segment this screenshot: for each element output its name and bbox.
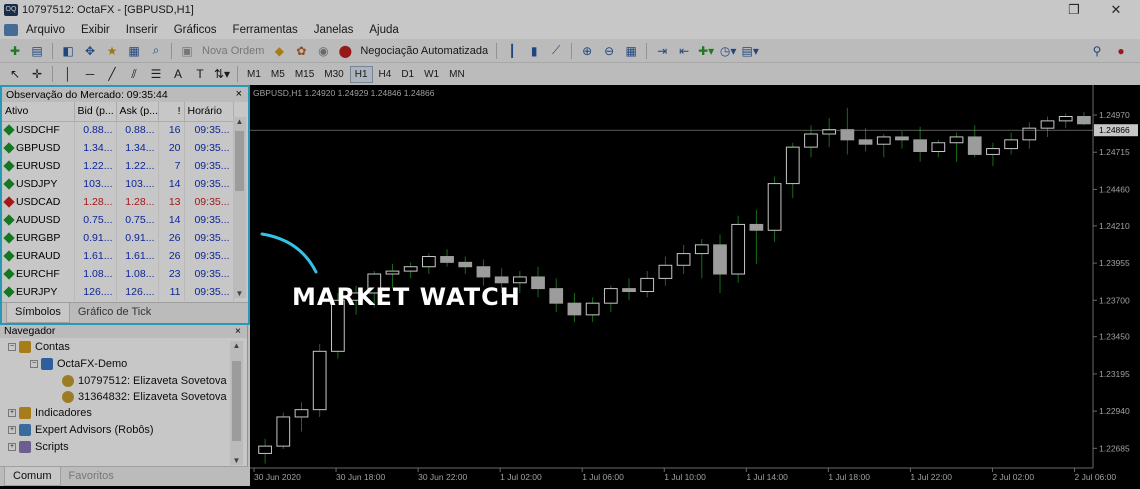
annotation-label: MARKET WATCH — [292, 283, 521, 311]
annotation-arc — [260, 232, 318, 274]
